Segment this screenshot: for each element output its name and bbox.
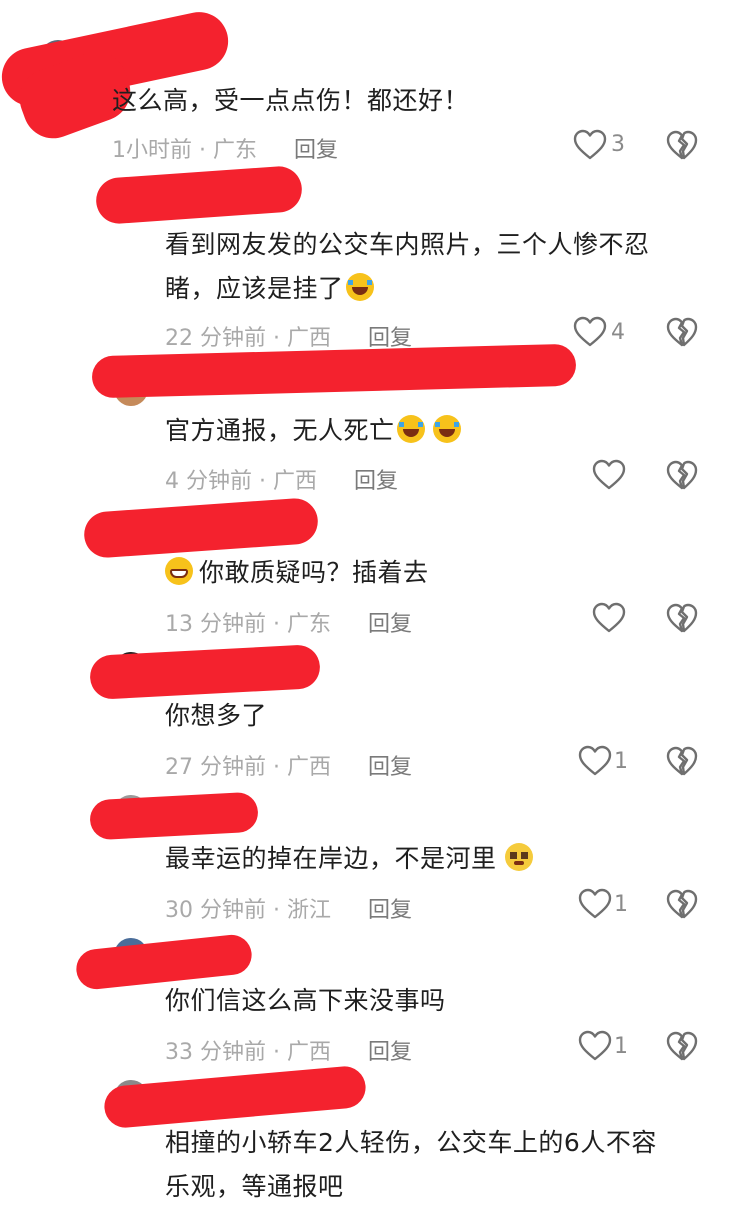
comment-region: 广西 [287,1040,332,1065]
comment-region: 浙江 [287,898,332,923]
like-count: 1 [614,1034,628,1059]
comment-time: 13 分钟前 [165,612,266,637]
comment-meta: 27 分钟前 · 广西 回复 [165,755,413,780]
comment-time: 1小时前 [112,138,192,163]
comment-text: 这么高，受一点点伤！都还好！ [112,86,470,115]
redacted-username [82,496,320,560]
comment-text: 相撞的小轿车2人轻伤，公交车上的6人不容 [165,1128,657,1157]
pleading-face-emoji [504,843,533,871]
reply-button[interactable]: 回复 [368,612,412,637]
comment-region: 广东 [287,612,332,637]
broken-heart-icon[interactable] [666,602,698,634]
comment-text: 官方通报，无人死亡 [165,410,461,452]
comment-text: 你想多了 [165,701,268,730]
comment-text: 最幸运的掉在岸边，不是河里 [165,838,533,880]
heart-outline-icon[interactable] [592,602,626,634]
comment-region: 广东 [213,138,258,163]
broken-heart-icon[interactable] [666,745,698,777]
comment-text: 你敢质疑吗？插着去 [165,552,429,594]
comment-time: 22 分钟前 [165,326,266,351]
heart-outline-icon[interactable] [578,888,612,920]
redacted-username [94,164,304,226]
comment-time: 4 分钟前 [165,469,252,494]
comment-meta: 30 分钟前 · 浙江 回复 [165,898,413,923]
like-count: 1 [614,749,628,774]
broken-heart-icon[interactable] [666,1030,698,1062]
grinning-sweat-emoji [165,557,193,585]
reply-button[interactable]: 回复 [368,755,412,780]
comment-time: 27 分钟前 [165,755,266,780]
comment-meta: 33 分钟前 · 广西 回复 [165,1040,413,1065]
heart-outline-icon[interactable] [592,459,626,491]
heart-outline-icon[interactable] [573,316,607,348]
like-count: 4 [611,320,625,345]
broken-heart-icon[interactable] [666,316,698,348]
like-count: 3 [611,132,625,157]
comment-meta: 4 分钟前 · 广西 回复 [165,469,399,494]
comment-region: 广西 [287,326,332,351]
comment-meta: 22 分钟前 · 广西 回复 [165,326,413,351]
comment-meta: 1小时前 · 广东 回复 [112,138,339,163]
reply-button[interactable]: 回复 [368,898,412,923]
crying-laughing-emoji [396,415,425,443]
broken-heart-icon[interactable] [666,888,698,920]
comment-region: 广西 [287,755,332,780]
reply-button[interactable]: 回复 [368,1040,412,1065]
comment-text: 乐观，等通报吧 [165,1172,344,1201]
comment-text: 看到网友发的公交车内照片，三个人惨不忍 [165,230,650,259]
like-count: 1 [614,892,628,917]
heart-outline-icon[interactable] [573,129,607,161]
broken-heart-icon[interactable] [666,459,698,491]
broken-heart-icon[interactable] [666,129,698,161]
heart-outline-icon[interactable] [578,1030,612,1062]
comment-region: 广西 [273,469,318,494]
comment-time: 33 分钟前 [165,1040,266,1065]
comment-text: 睹，应该是挂了 [165,268,374,310]
redacted-username [102,1064,368,1130]
crying-laughing-emoji [432,415,461,443]
comment-text: 你们信这么高下来没事吗 [165,986,446,1015]
reply-button[interactable]: 回复 [354,469,398,494]
comment-time: 30 分钟前 [165,898,266,923]
reply-button[interactable]: 回复 [294,138,338,163]
comment-meta: 13 分钟前 · 广东 回复 [165,612,413,637]
crying-laughing-emoji [345,273,374,301]
redacted-username [89,791,259,841]
heart-outline-icon[interactable] [578,745,612,777]
